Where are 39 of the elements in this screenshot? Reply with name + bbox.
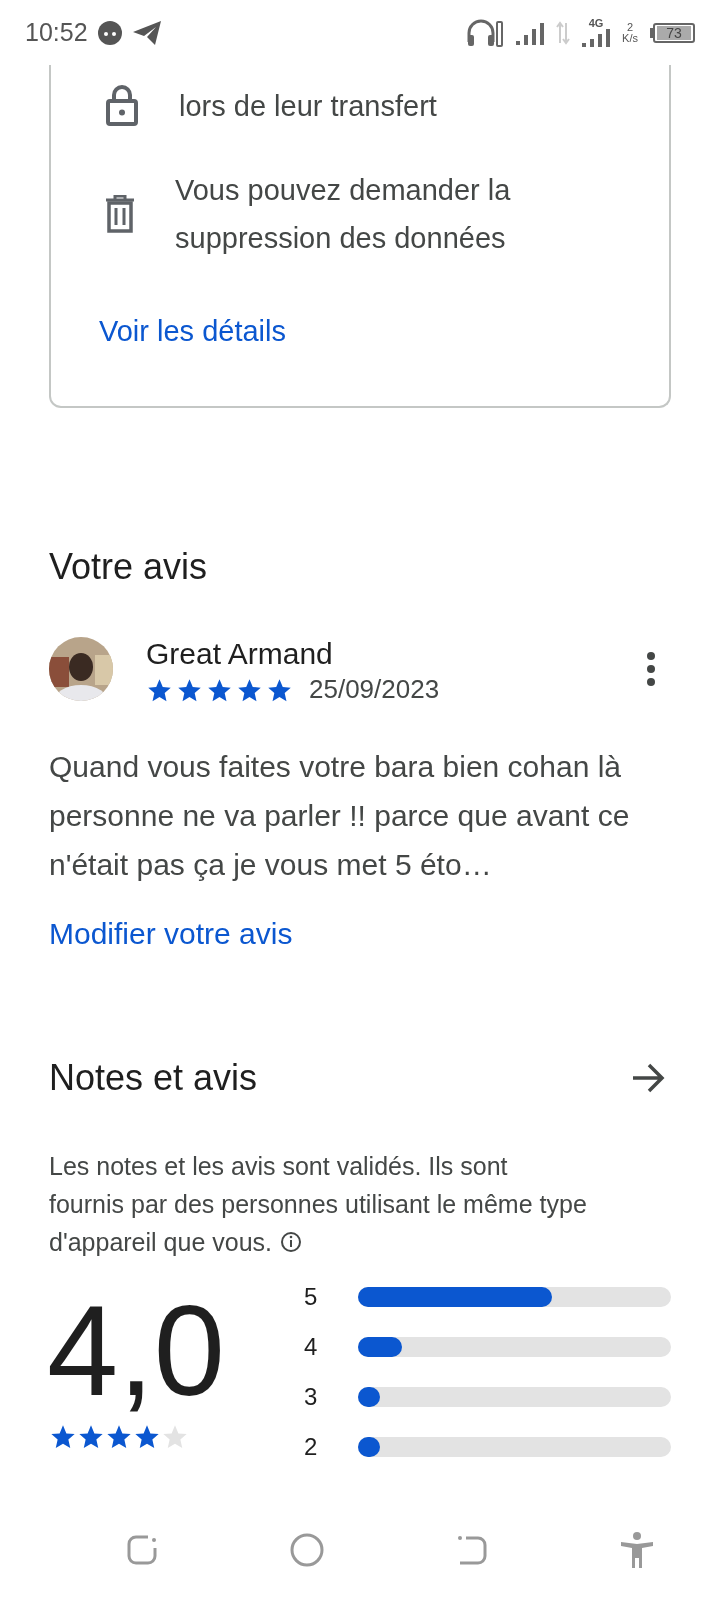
review-text: Quand vous faites votre bara bien cohan là personne ne va parler !! parce que avant ce n'était pas ça je vous met 5 éto… <box>49 748 631 883</box>
rating-label: 2 <box>304 1432 319 1462</box>
star-icon <box>176 676 203 704</box>
rating-label: 3 <box>304 1382 319 1412</box>
back-icon[interactable] <box>456 1534 488 1566</box>
star-icon <box>146 676 173 704</box>
speed-unit: K/s <box>622 32 638 44</box>
rating-label: 4 <box>304 1332 319 1362</box>
signal-icon <box>516 20 545 45</box>
headphones-icon <box>466 17 505 48</box>
details-link[interactable]: Voir les détails <box>99 310 645 354</box>
data-transfer-icon <box>556 20 571 45</box>
face-icon <box>95 18 124 47</box>
recent-apps-icon[interactable] <box>126 1534 158 1566</box>
info-icon[interactable] <box>280 1230 302 1253</box>
lock-icon <box>105 85 139 127</box>
star-icon <box>206 676 233 704</box>
more-icon <box>647 651 655 686</box>
review-date: 25/09/2023 <box>309 673 440 704</box>
ratings-description: Les notes et les avis sont validés. Ils sont fournis par des personnes utilisant le même type d'appareil que vous. <box>49 1150 588 1258</box>
section-title: Votre avis <box>49 544 209 589</box>
trash-icon <box>105 195 135 233</box>
average-rating: 4,0 <box>47 1282 226 1419</box>
star-icon <box>236 676 263 704</box>
section-title: Notes et avis <box>49 1055 258 1100</box>
accessibility-icon[interactable] <box>620 1532 654 1568</box>
signal-icon <box>582 29 611 47</box>
network-speed: 2 <box>627 21 634 33</box>
home-icon[interactable] <box>290 1533 324 1567</box>
safety-text: lors de leur transfert <box>179 89 437 124</box>
arrow-right-icon[interactable] <box>631 1062 665 1093</box>
safety-text: Vous pouvez demander la suppression des données <box>175 173 512 256</box>
rating-label: 5 <box>304 1282 319 1312</box>
network-type: 4G <box>588 18 604 29</box>
star-icon <box>266 676 293 704</box>
battery-icon: 73 <box>650 22 695 43</box>
edit-review-link[interactable]: Modifier votre avis <box>49 910 671 956</box>
reviewer-name: Great Armand <box>146 635 334 672</box>
clock: 10:52 <box>25 16 88 48</box>
